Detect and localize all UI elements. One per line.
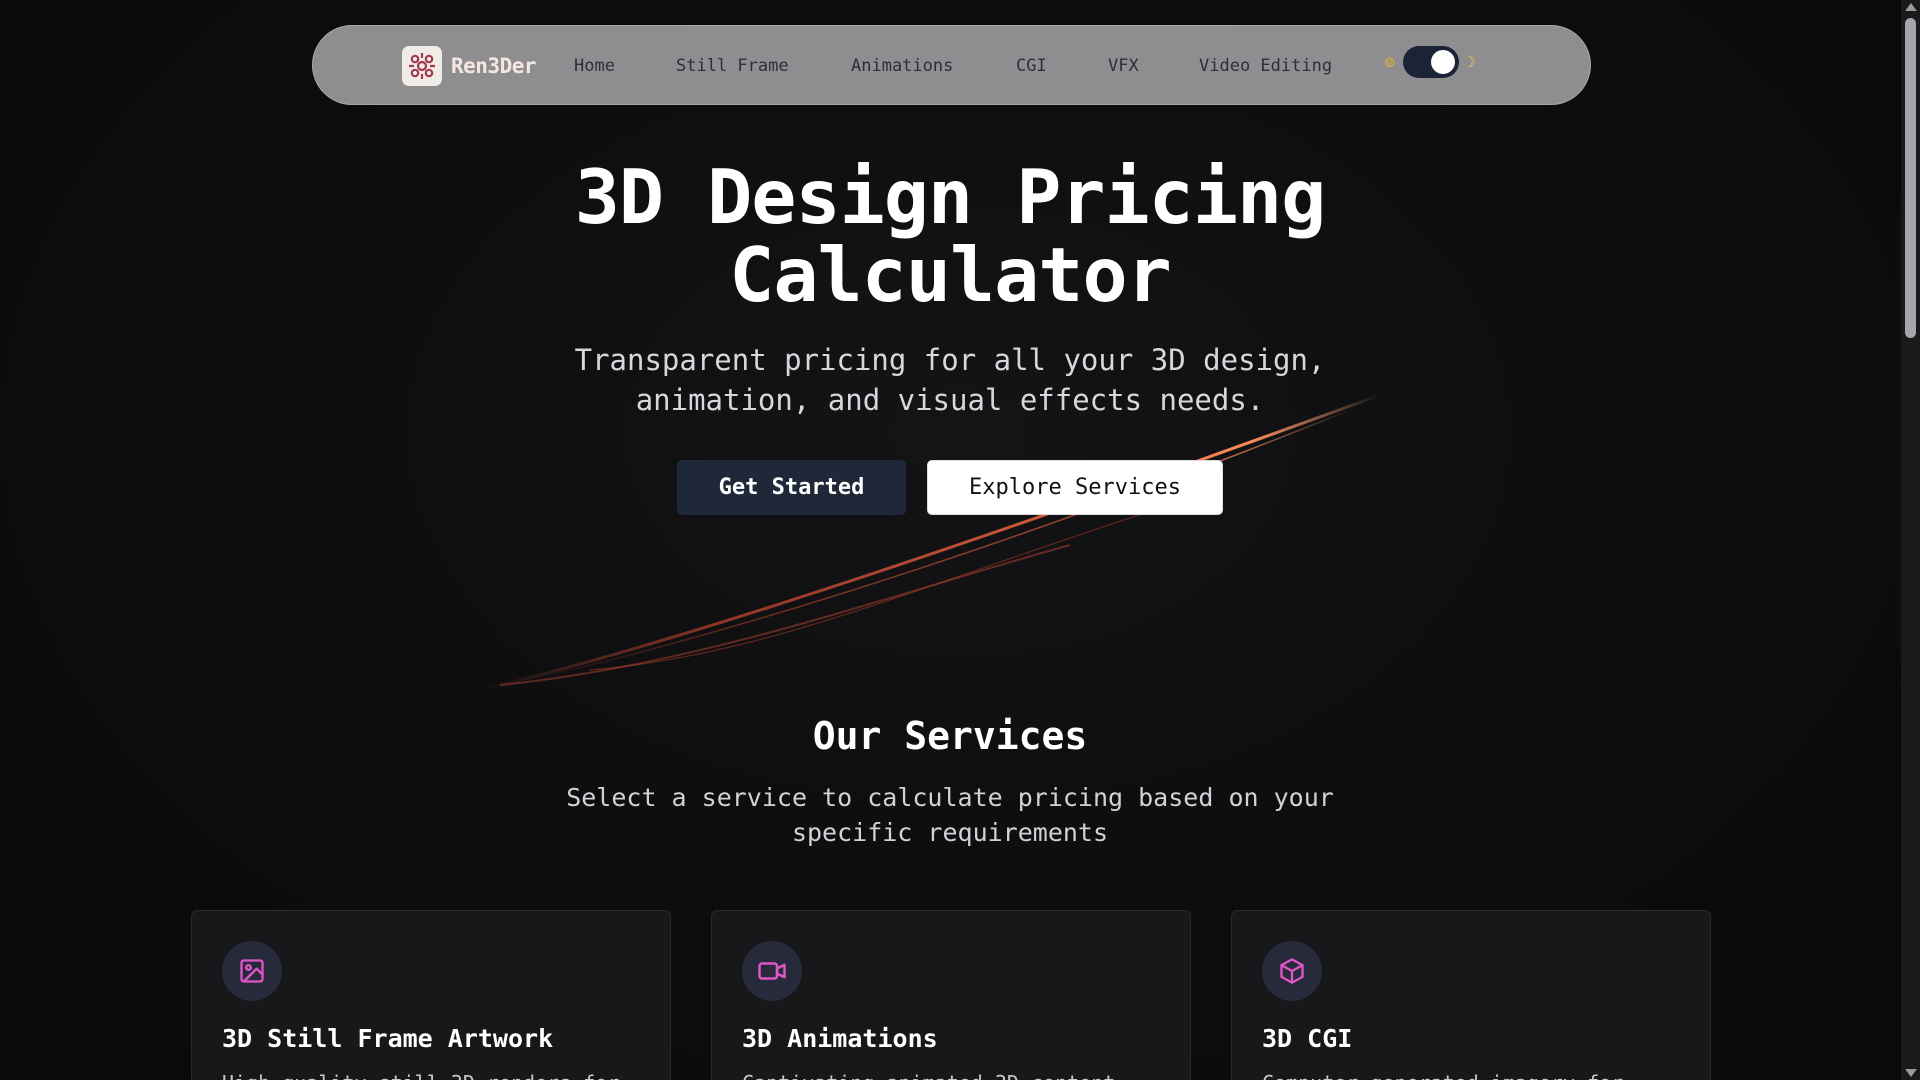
services-subtitle: Select a service to calculate pricing ba… [0, 780, 1900, 850]
nav-link-vfx[interactable]: VFX [1108, 56, 1139, 76]
sun-icon: ☺ [1385, 52, 1395, 72]
get-started-button[interactable]: Get Started [677, 460, 906, 515]
scrollbar-thumb[interactable] [1905, 18, 1916, 338]
navbar: Ren3Der Home Still Frame Animations CGI … [312, 25, 1591, 105]
hero-subtitle: Transparent pricing for all your 3D desi… [0, 340, 1900, 420]
theme-toggle-group: ☺ ☽ [1385, 46, 1476, 78]
service-card-still-frame[interactable]: 3D Still Frame Artwork High-quality stil… [191, 910, 671, 1080]
brand-logo[interactable]: Ren3Der [402, 46, 537, 86]
service-card-description: Computer-generated imagery for [1262, 1071, 1623, 1080]
service-card-title: 3D Still Frame Artwork [222, 1024, 554, 1053]
scroll-down-arrow-icon[interactable] [1905, 1069, 1917, 1077]
nav-link-cgi[interactable]: CGI [1016, 56, 1047, 76]
service-card-description: High-quality still 3D renders for [222, 1071, 619, 1080]
hero-title: 3D Design Pricing Calculator [0, 158, 1900, 314]
vertical-scrollbar[interactable] [1901, 0, 1920, 1080]
light-streak-decoration [479, 393, 1381, 692]
moon-icon: ☽ [1466, 53, 1476, 71]
theme-toggle[interactable] [1402, 46, 1459, 78]
image-icon [222, 941, 282, 1001]
nav-link-animations[interactable]: Animations [851, 56, 953, 76]
brand-name: Ren3Der [451, 54, 537, 78]
video-camera-icon [742, 941, 802, 1001]
services-subtitle-line2: specific requirements [791, 818, 1109, 847]
service-card-title: 3D CGI [1262, 1024, 1353, 1053]
scroll-up-arrow-icon[interactable] [1905, 3, 1917, 11]
logo-icon [402, 46, 442, 86]
cube-icon [1262, 941, 1322, 1001]
page: Ren3Der Home Still Frame Animations CGI … [0, 0, 1920, 1080]
nav-link-video-editing[interactable]: Video Editing [1199, 56, 1332, 76]
services-title: Our Services [812, 714, 1088, 758]
service-card-animations[interactable]: 3D Animations Captivating animated 3D co… [711, 910, 1191, 1080]
nav-link-home[interactable]: Home [574, 56, 615, 76]
service-card-title: 3D Animations [742, 1024, 938, 1053]
hero-subtitle-line2: animation, and visual effects needs. [635, 383, 1265, 417]
hero-subtitle-line1: Transparent pricing for all your 3D desi… [574, 343, 1326, 377]
services-subtitle-line1: Select a service to calculate pricing ba… [566, 783, 1334, 812]
hero-title-line2: Calculator [729, 231, 1172, 319]
hero-title-line1: 3D Design Pricing [574, 153, 1327, 241]
nav-link-still-frame[interactable]: Still Frame [676, 56, 789, 76]
toggle-knob [1430, 50, 1455, 74]
service-card-cgi[interactable]: 3D CGI Computer-generated imagery for [1231, 910, 1711, 1080]
explore-services-button[interactable]: Explore Services [927, 460, 1223, 515]
service-card-description: Captivating animated 3D content [742, 1071, 1115, 1080]
